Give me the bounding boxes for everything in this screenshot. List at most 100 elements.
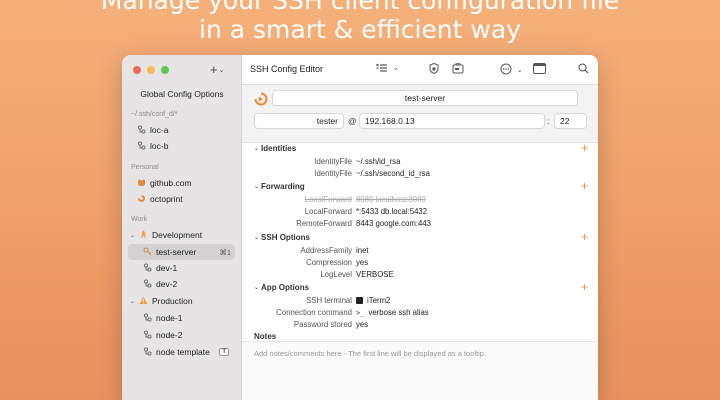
- notes-textarea[interactable]: Add notes/comments here - The first line…: [242, 341, 598, 400]
- shield-button[interactable]: [429, 62, 439, 77]
- option-row[interactable]: SSH terminal iTerm2: [242, 296, 598, 308]
- option-key: Connection command: [276, 308, 352, 317]
- host-name-input[interactable]: test-server: [272, 90, 578, 106]
- group-production[interactable]: ⌄ Production: [128, 293, 235, 309]
- group-label: Development: [152, 230, 203, 240]
- section-title: SSH Options: [261, 233, 310, 242]
- template-badge: T: [219, 348, 229, 356]
- sidebar-item-loc-a[interactable]: loc-a: [128, 122, 235, 138]
- address-input[interactable]: 192.168.0.13: [359, 113, 545, 129]
- shortcut-badge: ⌘1: [219, 247, 231, 257]
- option-key: SSH terminal: [306, 296, 352, 305]
- sidebar-item-label: node template: [156, 347, 210, 357]
- option-row-disabled[interactable]: LocalForward 8080 localhost:8080: [242, 195, 598, 207]
- terminal-name: iTerm2: [367, 296, 391, 305]
- close-window-button[interactable]: [133, 66, 141, 74]
- colon-separator: :: [547, 116, 550, 126]
- ellipsis-circle-icon: [500, 63, 515, 78]
- option-row[interactable]: Connection command >_ verbose ssh alias: [242, 308, 598, 320]
- list-icon: [376, 63, 391, 76]
- chevron-down-icon: ⌄: [392, 65, 399, 72]
- rocket-icon: [138, 230, 149, 241]
- option-row[interactable]: RemoteForward 8443 google.com:443: [242, 219, 598, 231]
- zoom-window-button[interactable]: [161, 66, 169, 74]
- network-icon: [136, 124, 147, 136]
- port-input[interactable]: 22: [554, 113, 587, 129]
- file-path-label: ~/.ssh/conf_d/*: [131, 111, 178, 118]
- search-icon: [578, 63, 589, 77]
- option-value[interactable]: iTerm2: [356, 296, 390, 305]
- command-name: verbose ssh alias: [368, 308, 429, 317]
- sidebar-item-dev-2[interactable]: dev-2: [128, 276, 235, 292]
- terminal-window-button[interactable]: [533, 63, 546, 77]
- sidebar-item-node-1[interactable]: node-1: [128, 310, 235, 326]
- sidebar-item-label: loc-a: [150, 125, 169, 135]
- hero-line-1: Manage your SSH client configuration fil…: [100, 0, 620, 15]
- option-row[interactable]: AddressFamily inet: [242, 246, 598, 258]
- add-ssh-option-button[interactable]: +: [581, 231, 588, 243]
- section-app-options[interactable]: ⌄ App Options: [254, 283, 309, 292]
- option-value[interactable]: VERBOSE: [356, 270, 394, 279]
- prompt-icon: >_: [356, 309, 365, 317]
- option-key: LogLevel: [320, 270, 352, 279]
- sidebar-item-github[interactable]: github.com: [128, 175, 235, 191]
- option-value[interactable]: >_ verbose ssh alias: [356, 308, 429, 317]
- keychain-button[interactable]: [452, 63, 464, 77]
- minimize-window-button[interactable]: [147, 66, 155, 74]
- option-row[interactable]: LogLevel VERBOSE: [242, 270, 598, 282]
- option-row[interactable]: Password stored yes: [242, 320, 598, 332]
- more-options-button[interactable]: ⌄: [500, 63, 523, 78]
- host-status-icon: [254, 92, 268, 106]
- warning-icon: [138, 296, 149, 307]
- option-row[interactable]: LocalForward *:5433 db.local:5432: [242, 207, 598, 219]
- toolbar: SSH Config Editor ⌄ ⌄: [242, 55, 598, 85]
- global-config-options[interactable]: Global Config Options: [122, 89, 242, 99]
- sidebar-item-label: node-1: [156, 313, 183, 323]
- option-value[interactable]: yes: [356, 320, 368, 329]
- option-value[interactable]: yes: [356, 258, 368, 267]
- format-menu-button[interactable]: ⌄: [376, 63, 399, 76]
- option-key: Compression: [306, 258, 352, 267]
- chevron-down-icon: ⌄: [516, 67, 523, 74]
- chevron-down-icon[interactable]: ⌄: [130, 232, 137, 239]
- sidebar-item-octoprint[interactable]: octoprint: [128, 191, 235, 207]
- sidebar-item-label: test-server: [156, 247, 197, 257]
- option-row[interactable]: IdentityFile ~/.ssh/id_rsa: [242, 157, 598, 169]
- group-development[interactable]: ⌄ Development: [128, 227, 235, 243]
- option-key: IdentityFile: [314, 169, 352, 178]
- add-forwarding-button[interactable]: +: [581, 180, 588, 192]
- sidebar-item-loc-b[interactable]: loc-b: [128, 138, 235, 154]
- option-value[interactable]: inet: [356, 246, 369, 255]
- add-host-button[interactable]: +⌄: [210, 62, 224, 77]
- section-title: App Options: [261, 283, 310, 292]
- section-forwarding[interactable]: ⌄ Forwarding: [254, 182, 305, 191]
- sidebar-item-test-server[interactable]: test-server ⌘1: [128, 244, 235, 260]
- option-value[interactable]: ~/.ssh/id_rsa: [356, 157, 400, 166]
- option-row[interactable]: Compression yes: [242, 258, 598, 270]
- add-identity-button[interactable]: +: [581, 142, 588, 154]
- section-title: Identities: [261, 144, 297, 153]
- main-panel: SSH Config Editor ⌄ ⌄ test-server tester…: [242, 55, 598, 400]
- option-value[interactable]: ~/.ssh/second_id_rsa: [356, 169, 430, 178]
- sidebar-item-dev-1[interactable]: dev-1: [128, 260, 235, 276]
- search-button[interactable]: [578, 63, 589, 77]
- option-key: RemoteForward: [296, 219, 352, 228]
- user-input[interactable]: tester: [254, 113, 344, 129]
- option-value[interactable]: *:5433 db.local:5432: [356, 207, 427, 216]
- octoprint-icon: [136, 194, 147, 205]
- section-identities[interactable]: ⌄ Identities: [254, 144, 296, 153]
- sidebar-item-node-2[interactable]: node-2: [128, 327, 235, 343]
- option-key: IdentityFile: [314, 157, 352, 166]
- network-icon: [142, 262, 153, 274]
- sidebar-item-node-template[interactable]: node template T: [128, 344, 235, 360]
- option-row[interactable]: IdentityFile ~/.ssh/second_id_rsa: [242, 169, 598, 181]
- add-app-option-button[interactable]: +: [581, 281, 588, 293]
- chevron-down-icon[interactable]: ⌄: [130, 298, 137, 305]
- github-icon: [136, 178, 147, 189]
- option-value[interactable]: 8080 localhost:8080: [356, 195, 426, 204]
- option-key: Password stored: [293, 320, 352, 329]
- sidebar-item-label: dev-1: [156, 263, 178, 273]
- shield-icon: [429, 62, 439, 77]
- section-ssh-options[interactable]: ⌄ SSH Options: [254, 233, 310, 242]
- option-value[interactable]: 8443 google.com:443: [356, 219, 431, 228]
